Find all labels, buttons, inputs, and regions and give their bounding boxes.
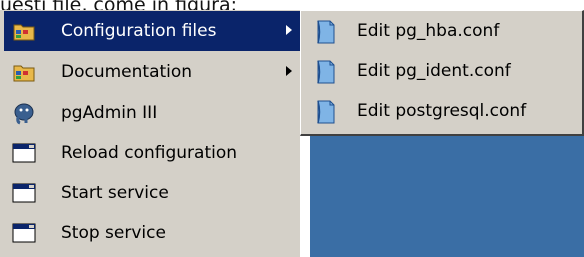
elephant-icon xyxy=(12,101,36,125)
submenu-arrow-icon xyxy=(286,25,292,35)
menu-item-label: Configuration files xyxy=(61,21,217,41)
window-shortcut-icon xyxy=(12,181,36,205)
document-file-icon xyxy=(313,99,339,125)
window-shortcut-icon xyxy=(12,141,36,165)
submenu-item-edit-pg-ident[interactable]: Edit pg_ident.conf xyxy=(307,53,581,91)
menu-item-start-service[interactable]: Start service xyxy=(4,173,300,213)
submenu-item-label: Edit postgresql.conf xyxy=(357,101,527,121)
menu-item-documentation[interactable]: Documentation xyxy=(4,52,300,92)
submenu-arrow-icon xyxy=(286,66,292,76)
menu-item-label: Reload configuration xyxy=(61,143,238,163)
menu-item-label: Start service xyxy=(61,183,169,203)
menu-item-label: pgAdmin III xyxy=(61,103,158,123)
menu-item-label: Stop service xyxy=(61,223,166,243)
configuration-files-submenu: Edit pg_hba.conf Edit pg_ident.conf Edit… xyxy=(300,10,584,136)
document-file-icon xyxy=(313,59,339,85)
submenu-item-edit-postgresql[interactable]: Edit postgresql.conf xyxy=(307,93,581,131)
program-group-folder-icon xyxy=(12,60,36,84)
program-group-folder-icon xyxy=(12,19,36,43)
menu-item-stop-service[interactable]: Stop service xyxy=(4,213,300,253)
submenu-item-label: Edit pg_ident.conf xyxy=(357,61,511,81)
menu-item-label: Documentation xyxy=(61,62,193,82)
window-shortcut-icon xyxy=(12,221,36,245)
submenu-item-edit-pg-hba[interactable]: Edit pg_hba.conf xyxy=(307,13,581,51)
start-menu-program-group: Configuration files Documentation pgAdmi… xyxy=(0,10,300,257)
menu-item-reload-configuration[interactable]: Reload configuration xyxy=(4,133,300,173)
menu-item-configuration-files[interactable]: Configuration files xyxy=(4,11,300,51)
submenu-item-label: Edit pg_hba.conf xyxy=(357,21,500,41)
desktop-background xyxy=(310,136,584,257)
menu-item-pgadmin[interactable]: pgAdmin III xyxy=(4,93,300,133)
document-file-icon xyxy=(313,19,339,45)
